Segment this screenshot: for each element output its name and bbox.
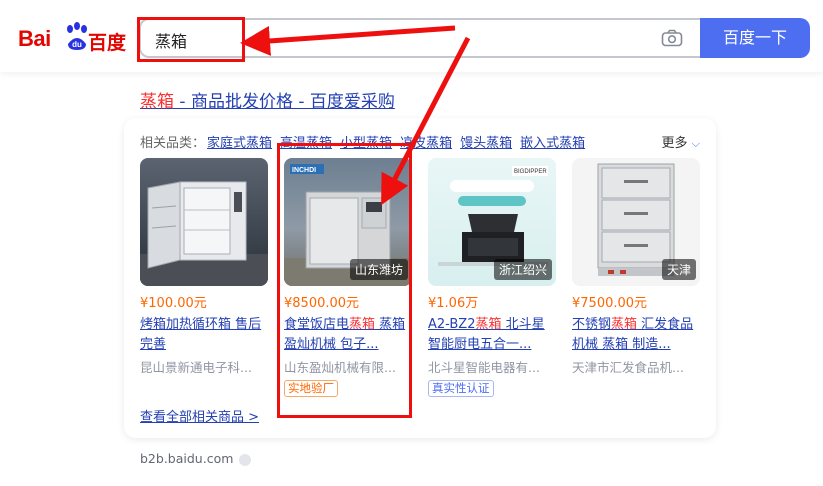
product-seller: 北斗星智能电器有... xyxy=(428,360,540,375)
related-link[interactable]: 小型蒸箱 xyxy=(340,136,392,151)
more-button[interactable]: 更多 ⌵ xyxy=(662,132,701,151)
related-link[interactable]: 凉皮蒸箱 xyxy=(400,136,452,151)
product-seller: 山东盈灿机械有限... xyxy=(284,360,396,375)
related-link[interactable]: 高温蒸箱 xyxy=(280,136,332,151)
product-item[interactable]: 天津 ¥7500.00元 不锈钢蒸箱 汇发食品机械 蒸箱 制造... 天津市汇发… xyxy=(572,158,700,376)
logo-text: Bai xyxy=(18,26,51,51)
more-label: 更多 xyxy=(661,136,688,151)
product-image[interactable]: INCHDI 山东潍坊 xyxy=(284,158,412,286)
logo-cn: 百度 xyxy=(88,32,127,54)
related-categories: 相关品类： 家庭式蒸箱 高温蒸箱 小型蒸箱 凉皮蒸箱 馒头蒸箱 嵌入式蒸箱 xyxy=(140,132,593,151)
product-item[interactable]: BIGDIPPER 浙江绍兴 ¥1.06万 A2-BZ2蒸箱 北斗星 智能厨电五… xyxy=(428,158,556,397)
location-badge: 山东潍坊 xyxy=(349,259,408,280)
camera-icon[interactable] xyxy=(661,29,683,47)
svg-text:INCHDI: INCHDI xyxy=(292,167,316,174)
chevron-down-icon: ⌵ xyxy=(691,137,700,150)
related-link[interactable]: 馒头蒸箱 xyxy=(460,136,512,151)
product-card: 相关品类： 家庭式蒸箱 高温蒸箱 小型蒸箱 凉皮蒸箱 馒头蒸箱 嵌入式蒸箱 更多 ⌵ ¥10… xyxy=(124,118,716,438)
search-box[interactable]: 蒸箱 xyxy=(139,18,701,58)
title-rest: - 商品批发价格 - 百度爱采购 xyxy=(174,92,395,112)
svg-text:du: du xyxy=(72,40,82,49)
product-image[interactable]: BIGDIPPER 浙江绍兴 xyxy=(428,158,556,286)
product-price: ¥7500.00元 xyxy=(572,296,648,311)
svg-text:BIGDIPPER: BIGDIPPER xyxy=(514,169,547,175)
product-price: ¥1.06万 xyxy=(428,296,479,311)
product-image[interactable]: 天津 xyxy=(572,158,700,286)
view-all-link[interactable]: 查看全部相关商品 > xyxy=(140,406,259,425)
product-seller: 天津市汇发食品机... xyxy=(572,360,684,375)
related-label: 相关品类： xyxy=(140,136,206,151)
product-item[interactable]: INCHDI 山东潍坊 ¥8500.00元 食堂饭店电蒸箱 蒸箱 盈灿机械 包子… xyxy=(284,158,412,397)
related-link[interactable]: 家庭式蒸箱 xyxy=(207,136,272,151)
product-name-link[interactable]: A2-BZ2蒸箱 北斗星 智能厨电五合一... xyxy=(428,315,556,355)
location-badge: 浙江绍兴 xyxy=(493,259,552,280)
baidu-logo[interactable]: Bai du 百度 xyxy=(18,22,126,56)
search-button[interactable]: 百度一下 xyxy=(700,18,810,58)
related-link[interactable]: 嵌入式蒸箱 xyxy=(520,136,585,151)
product-seller: 昆山景新通电子科... xyxy=(140,360,252,375)
product-name-link[interactable]: 食堂饭店电蒸箱 蒸箱 盈灿机械 包子... xyxy=(284,315,412,355)
shield-icon xyxy=(239,453,252,466)
result-title-link[interactable]: 蒸箱 - 商品批发价格 - 百度爱采购 xyxy=(140,87,395,112)
product-name-link[interactable]: 烤箱加热循环箱 售后完善 xyxy=(140,315,268,355)
search-input[interactable]: 蒸箱 xyxy=(155,28,187,52)
product-item[interactable]: ¥100.00元 烤箱加热循环箱 售后完善 昆山景新通电子科... xyxy=(140,158,268,376)
product-price: ¥100.00元 xyxy=(140,296,207,311)
source-domain[interactable]: b2b.baidu.com xyxy=(140,451,252,466)
oven-illustration xyxy=(140,181,268,286)
baidu-paw-icon: du xyxy=(67,22,87,50)
product-image[interactable] xyxy=(140,158,268,286)
product-name-link[interactable]: 不锈钢蒸箱 汇发食品机械 蒸箱 制造... xyxy=(572,315,700,355)
verified-factory-tag: 实地验厂 xyxy=(284,380,338,397)
title-highlight: 蒸箱 xyxy=(140,92,174,112)
authenticity-tag: 真实性认证 xyxy=(428,380,494,397)
location-badge: 天津 xyxy=(661,259,696,280)
product-price: ¥8500.00元 xyxy=(284,296,360,311)
header: Bai du 百度 蒸箱 百度一下 xyxy=(0,0,823,72)
